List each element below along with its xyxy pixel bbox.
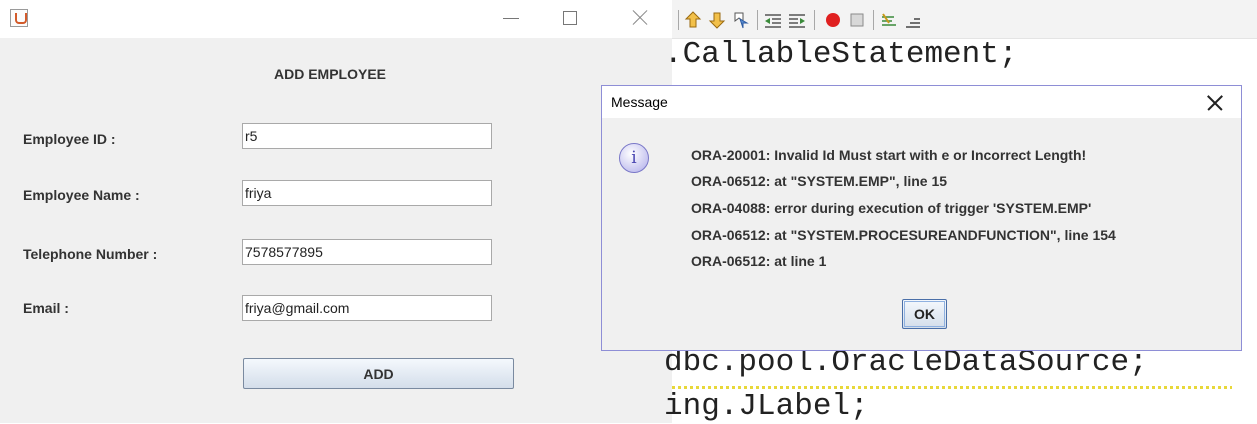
code-line[interactable]: ing.JLabel; — [664, 390, 869, 424]
previous-bookmark-icon[interactable] — [684, 11, 702, 29]
add-button[interactable]: ADD — [243, 358, 514, 389]
message-dialog: Message i ORA-20001: Invalid Id Must sta… — [601, 85, 1242, 351]
close-window-button[interactable] — [624, 4, 654, 32]
shift-right-icon[interactable] — [788, 11, 806, 29]
dialog-close-button[interactable] — [1204, 92, 1226, 114]
toolbar-separator — [814, 10, 815, 30]
maximize-button[interactable] — [555, 4, 585, 32]
toolbar-separator — [757, 10, 758, 30]
code-line[interactable]: dbc.pool.OracleDataSource; — [664, 346, 1148, 380]
error-message-line: ORA-04088: error during execution of tri… — [691, 200, 1092, 216]
uncomment-lines-icon[interactable] — [904, 11, 922, 29]
shift-left-icon[interactable] — [764, 11, 782, 29]
java-app-icon — [10, 9, 28, 27]
email-input[interactable] — [242, 295, 492, 321]
window-titlebar — [0, 0, 672, 38]
add-employee-window: ADD EMPLOYEE Employee ID : Employee Name… — [0, 0, 672, 423]
toggle-bookmark-icon[interactable] — [732, 11, 750, 29]
employee-id-label: Employee ID : — [23, 131, 116, 147]
telephone-number-input[interactable] — [242, 239, 492, 265]
error-message-line: ORA-06512: at line 1 — [691, 253, 827, 269]
minimize-button[interactable] — [496, 4, 526, 32]
start-macro-record-icon[interactable] — [824, 11, 842, 29]
code-line[interactable]: .CallableStatement; — [664, 38, 1017, 72]
telephone-number-label: Telephone Number : — [23, 246, 158, 262]
info-icon: i — [619, 143, 649, 173]
form-heading: ADD EMPLOYEE — [273, 66, 386, 82]
employee-name-label: Employee Name : — [23, 187, 140, 203]
email-label: Email : — [23, 300, 69, 316]
dialog-title: Message — [611, 94, 668, 110]
stop-macro-record-icon[interactable] — [848, 11, 866, 29]
error-message-line: ORA-20001: Invalid Id Must start with e … — [691, 147, 1087, 163]
editor-toolbar — [672, 0, 1257, 39]
next-bookmark-icon[interactable] — [708, 11, 726, 29]
employee-name-input[interactable] — [242, 180, 492, 206]
error-message-line: ORA-06512: at "SYSTEM.PROCESUREANDFUNCTI… — [691, 227, 1116, 243]
ok-button[interactable]: OK — [902, 299, 947, 329]
comment-lines-icon[interactable] — [880, 11, 898, 29]
toolbar-separator — [678, 10, 679, 30]
employee-id-input[interactable] — [242, 123, 492, 149]
error-message-line: ORA-06512: at "SYSTEM.EMP", line 15 — [691, 173, 948, 189]
dialog-titlebar: Message — [602, 86, 1241, 118]
toolbar-separator — [873, 10, 874, 30]
